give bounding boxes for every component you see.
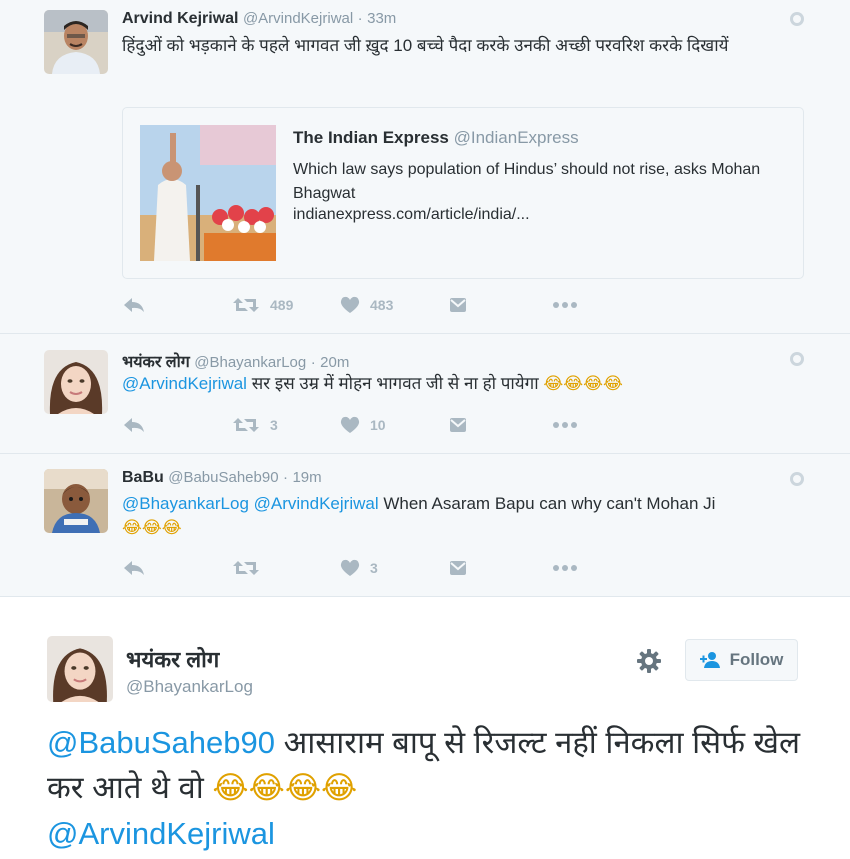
avatar[interactable] xyxy=(44,469,108,533)
more-button[interactable] xyxy=(552,557,578,579)
card-thumbnail xyxy=(140,125,276,261)
like-icon xyxy=(340,296,360,313)
like-icon xyxy=(340,416,360,433)
author-handle[interactable]: @BabuSaheb90 xyxy=(168,469,278,486)
dm-button[interactable] xyxy=(449,557,467,579)
like-button[interactable]: 483 xyxy=(340,294,393,316)
retweet-count: 489 xyxy=(270,297,294,313)
tweet-text: @ArvindKejriwal सर इस उम्र में मोहन भागव… xyxy=(122,372,812,396)
card-source-handle: @IndianExpress xyxy=(453,128,579,147)
avatar[interactable] xyxy=(44,350,108,414)
tweet-actions: 3 10 xyxy=(122,414,622,436)
follow-label: Follow xyxy=(729,650,784,669)
emoji-laughing: 😂😂😂😂 xyxy=(543,374,623,394)
globe-icon xyxy=(790,12,804,26)
separator: · xyxy=(357,10,363,27)
more-icon xyxy=(553,302,577,308)
dm-button[interactable] xyxy=(449,294,467,316)
retweet-icon xyxy=(233,298,259,312)
more-icon xyxy=(553,422,577,428)
author-handle[interactable]: @ArvindKejriwal xyxy=(243,10,353,27)
separator: · xyxy=(310,354,316,371)
like-count: 483 xyxy=(370,297,394,313)
dm-button[interactable] xyxy=(449,414,467,436)
card-url[interactable]: indianexpress.com/article/india/... xyxy=(293,206,530,224)
tweet-actions: 489 483 xyxy=(122,294,622,316)
reply-button[interactable] xyxy=(122,557,146,579)
tweet-text: @BhayankarLog @ArvindKejriwal When Asara… xyxy=(122,492,812,540)
tweet-actions: 3 xyxy=(122,557,622,579)
like-button[interactable]: 3 xyxy=(340,557,378,579)
avatar[interactable] xyxy=(44,10,108,74)
separator: · xyxy=(283,469,289,486)
dm-icon xyxy=(450,298,466,312)
globe-icon xyxy=(790,472,804,486)
tweet-text: @BabuSaheb90 आसाराम बापू से रिजल्ट नहीं … xyxy=(47,720,827,856)
tweet-body: When Asaram Bapu can why can't Mohan Ji xyxy=(378,494,716,513)
link-card[interactable]: The Indian Express @IndianExpress Which … xyxy=(122,107,804,279)
follow-user-icon xyxy=(699,652,720,668)
timestamp[interactable]: 20m xyxy=(320,354,349,371)
retweet-icon xyxy=(233,561,259,575)
author-handle[interactable]: @BhayankarLog xyxy=(126,677,253,697)
retweet-button[interactable]: 3 xyxy=(232,414,278,436)
timeline-feed: Arvind Kejriwal @ArvindKejriwal · 33m हि… xyxy=(0,0,850,597)
tweet-header: Arvind Kejriwal @ArvindKejriwal · 33m xyxy=(122,10,396,28)
mention-link[interactable]: @ArvindKejriwal xyxy=(254,494,379,513)
globe-icon xyxy=(790,352,804,366)
card-source-name: The Indian Express xyxy=(293,128,449,147)
tweet-text: हिंदुओं को भड़काने के पहले भागवत जी ख़ुद… xyxy=(122,36,729,55)
author-name[interactable]: BaBu xyxy=(122,469,164,486)
tweet-bhayankar[interactable]: भयंकर लोग @BhayankarLog · 20m @ArvindKej… xyxy=(0,334,850,454)
card-description: Which law says population of Hindus’ sho… xyxy=(293,161,761,202)
like-count: 3 xyxy=(370,560,378,576)
reply-icon xyxy=(124,418,144,432)
tweet-header: भयंकर लोग @BhayankarLog · 20m xyxy=(122,350,349,372)
retweet-icon xyxy=(233,418,259,432)
timestamp[interactable]: 33m xyxy=(367,10,396,27)
emoji-laughing: 😂😂😂 xyxy=(122,518,182,538)
reply-icon xyxy=(124,561,144,575)
dm-icon xyxy=(450,561,466,575)
avatar[interactable] xyxy=(47,636,113,702)
more-icon xyxy=(553,565,577,571)
follow-button[interactable]: Follow xyxy=(685,639,798,681)
tweet-header: BaBu @BabuSaheb90 · 19m xyxy=(122,469,322,487)
reply-icon xyxy=(124,298,144,312)
mention-link[interactable]: @BhayankarLog xyxy=(122,494,249,513)
timestamp[interactable]: 19m xyxy=(292,469,321,486)
author-name[interactable]: Arvind Kejriwal xyxy=(122,10,238,27)
retweet-button[interactable]: 489 xyxy=(232,294,293,316)
like-button[interactable]: 10 xyxy=(340,414,386,436)
reply-button[interactable] xyxy=(122,414,146,436)
tweet-body: सर इस उम्र में मोहन भागवत जी से ना हो पा… xyxy=(246,374,544,393)
author-handle[interactable]: @BhayankarLog xyxy=(194,354,306,371)
more-button[interactable] xyxy=(552,294,578,316)
gear-icon[interactable] xyxy=(636,648,662,674)
like-count: 10 xyxy=(370,417,386,433)
mention-link[interactable]: @BabuSaheb90 xyxy=(47,725,275,760)
retweet-button[interactable] xyxy=(232,557,270,579)
like-icon xyxy=(340,559,360,576)
dm-icon xyxy=(450,418,466,432)
mention-link[interactable]: @ArvindKejriwal xyxy=(122,374,247,393)
tweet-kejriwal[interactable]: Arvind Kejriwal @ArvindKejriwal · 33m हि… xyxy=(0,0,850,334)
author-name[interactable]: भयंकर लोग xyxy=(126,644,219,674)
emoji-laughing: 😂😂😂😂 xyxy=(212,770,358,806)
retweet-count: 3 xyxy=(270,417,278,433)
reply-button[interactable] xyxy=(122,294,146,316)
tweet-babu[interactable]: BaBu @BabuSaheb90 · 19m @BhayankarLog @A… xyxy=(0,454,850,597)
card-title: The Indian Express @IndianExpress xyxy=(293,128,579,148)
more-button[interactable] xyxy=(552,414,578,436)
mention-link[interactable]: @ArvindKejriwal xyxy=(47,816,275,851)
author-name[interactable]: भयंकर लोग xyxy=(122,354,190,371)
